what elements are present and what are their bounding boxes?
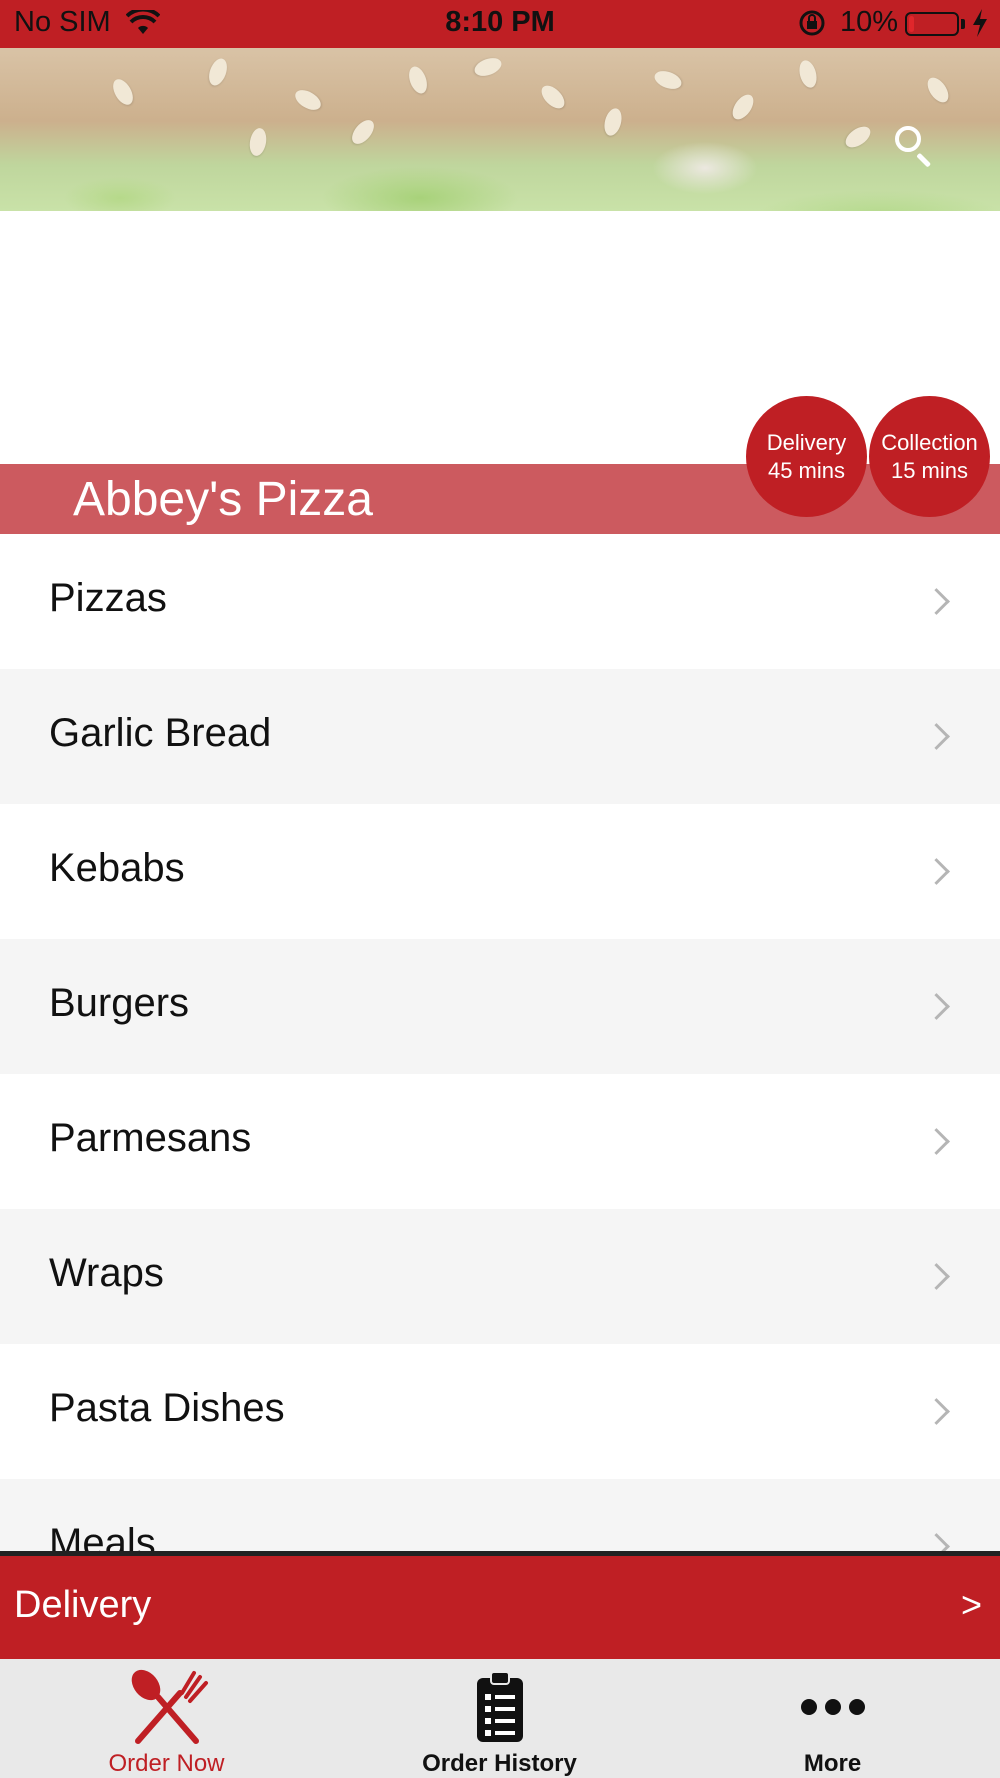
delivery-badge-label: Delivery bbox=[766, 429, 847, 455]
menu-category-kebabs[interactable]: Kebabs bbox=[0, 804, 1000, 939]
battery-icon bbox=[905, 12, 959, 36]
tab-more[interactable]: More bbox=[666, 1659, 999, 1778]
collection-badge-label: Collection bbox=[881, 429, 978, 455]
chevron-right-icon bbox=[923, 993, 950, 1020]
orientation-lock-icon bbox=[797, 8, 827, 46]
tab-label: Order Now bbox=[108, 1750, 225, 1777]
chevron-right-icon bbox=[923, 1263, 950, 1290]
restaurant-name: Abbey's Pizza bbox=[73, 473, 373, 526]
menu-category-wraps[interactable]: Wraps bbox=[0, 1209, 1000, 1344]
collection-time-badge: Collection 15 mins bbox=[869, 396, 990, 517]
tab-order-now[interactable]: Order Now bbox=[0, 1659, 333, 1778]
menu-category-label: Burgers bbox=[49, 981, 190, 1025]
menu-category-label: Pasta Dishes bbox=[49, 1386, 285, 1430]
menu-category-label: Kebabs bbox=[49, 846, 185, 890]
menu-category-label: Parmesans bbox=[49, 1116, 252, 1160]
menu-category-parmesans[interactable]: Parmesans bbox=[0, 1074, 1000, 1209]
more-dots-icon bbox=[666, 1667, 999, 1747]
search-button[interactable] bbox=[885, 116, 941, 172]
chevron-right-icon bbox=[923, 1128, 950, 1155]
chevron-right-icon bbox=[923, 1398, 950, 1425]
bottom-tab-bar: Order Now Order History More bbox=[0, 1659, 1000, 1778]
menu-category-pasta-dishes[interactable]: Pasta Dishes bbox=[0, 1344, 1000, 1479]
order-mode-label: Delivery bbox=[14, 1584, 152, 1626]
menu-category-list[interactable]: Pizzas Garlic Bread Kebabs Burgers Parme… bbox=[0, 534, 1000, 1552]
collection-badge-time: 15 mins bbox=[890, 457, 969, 483]
menu-category-burgers[interactable]: Burgers bbox=[0, 939, 1000, 1074]
battery-level-fill bbox=[909, 16, 914, 32]
menu-category-label: Garlic Bread bbox=[49, 711, 272, 755]
menu-category-label: Pizzas bbox=[49, 576, 167, 620]
chevron-right-icon bbox=[923, 858, 950, 885]
delivery-time-badge: Delivery 45 mins bbox=[746, 396, 867, 517]
charging-bolt-icon bbox=[970, 8, 990, 46]
battery-nub bbox=[961, 19, 965, 29]
chevron-right-icon bbox=[923, 1533, 950, 1552]
tab-order-history[interactable]: Order History bbox=[333, 1659, 666, 1778]
battery-percentage: 10% bbox=[840, 6, 899, 38]
delivery-badge-time: 45 mins bbox=[767, 457, 846, 483]
menu-category-garlic-bread[interactable]: Garlic Bread bbox=[0, 669, 1000, 804]
hero-banner-image bbox=[0, 48, 1000, 211]
menu-category-pizzas[interactable]: Pizzas bbox=[0, 534, 1000, 669]
chevron-right-icon bbox=[923, 723, 950, 750]
fork-knife-icon bbox=[0, 1667, 333, 1747]
menu-category-label: Meals bbox=[49, 1521, 156, 1552]
status-bar: No SIM 8:10 PM 10% bbox=[0, 0, 1000, 48]
menu-category-label: Wraps bbox=[49, 1251, 164, 1295]
menu-category-meals[interactable]: Meals bbox=[0, 1479, 1000, 1552]
chevron-right-icon bbox=[923, 588, 950, 615]
tab-label: More bbox=[803, 1750, 862, 1777]
order-mode-arrow: > bbox=[960, 1584, 982, 1625]
order-mode-button[interactable]: Delivery > bbox=[0, 1556, 1000, 1659]
search-icon bbox=[895, 126, 921, 152]
clipboard-list-icon bbox=[333, 1667, 666, 1747]
tab-label: Order History bbox=[422, 1750, 577, 1777]
